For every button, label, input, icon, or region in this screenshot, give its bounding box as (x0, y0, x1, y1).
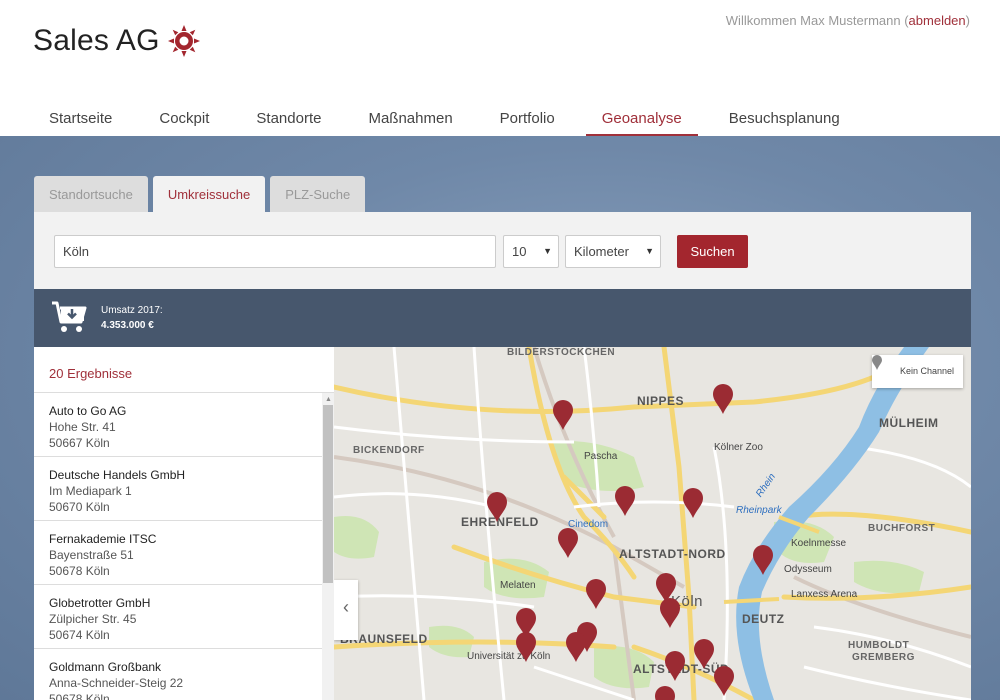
location-marker-icon[interactable] (713, 665, 735, 697)
scroll-up-arrow-icon[interactable]: ▲ (325, 396, 332, 403)
list-item[interactable]: Deutsche Handels GmbH Im Mediapark 1 506… (34, 457, 334, 521)
location-marker-icon[interactable] (552, 399, 574, 431)
location-marker-icon[interactable] (752, 544, 774, 576)
nav-geoanalyse[interactable]: Geoanalyse (585, 98, 698, 136)
map-pin-icon (872, 355, 882, 370)
map-label-odysseum: Odysseum (784, 564, 832, 575)
map-label-koelnmesse: Koelnmesse (791, 538, 847, 549)
map-label-bickendorf: BICKENDORF (353, 445, 425, 456)
brand[interactable]: Sales AG (33, 24, 201, 58)
map-label-gremberg: GREMBERG (852, 652, 915, 663)
search-panel: Köln 10 ▼ Kilometer ▼ Suchen Umsatz 2017… (34, 212, 971, 700)
search-row: Köln 10 ▼ Kilometer ▼ Suchen (54, 235, 748, 268)
list-item[interactable]: Auto to Go AG Hohe Str. 41 50667 Köln (34, 393, 334, 457)
result-name: Globetrotter GmbH (49, 596, 151, 610)
location-marker-icon[interactable] (712, 383, 734, 415)
result-city: 50670 Köln (49, 500, 110, 514)
scroll-thumb[interactable] (323, 405, 333, 583)
tab-plz-suche[interactable]: PLZ-Suche (270, 176, 366, 212)
location-marker-icon[interactable] (659, 597, 681, 629)
caret-down-icon: ▼ (543, 246, 552, 256)
list-item[interactable]: Goldmann Großbank Anna-Schneider-Steig 2… (34, 649, 334, 700)
nav-standorte[interactable]: Standorte (240, 98, 337, 136)
result-city: 50674 Köln (49, 628, 110, 642)
map-label-muelheim: MÜLHEIM (879, 416, 939, 430)
list-item[interactable]: Fernakademie ITSC Bayenstraße 51 50678 K… (34, 521, 334, 585)
brand-name: Sales AG (33, 24, 160, 57)
result-city: 50678 Köln (49, 564, 110, 578)
shopping-cart-icon (52, 301, 87, 332)
welcome-text: Willkommen Max Mustermann (abmelden) (726, 13, 970, 28)
list-item[interactable]: Globetrotter GmbH Zülpicher Str. 45 5067… (34, 585, 334, 649)
location-marker-icon[interactable] (664, 650, 686, 682)
result-city: 50667 Köln (49, 436, 110, 450)
result-street: Zülpicher Str. 45 (49, 612, 137, 626)
chevron-left-icon: ‹ (343, 597, 349, 617)
nav-cockpit[interactable]: Cockpit (143, 98, 225, 136)
tab-umkreissuche[interactable]: Umkreissuche (152, 176, 266, 212)
result-street: Im Mediapark 1 (49, 484, 132, 498)
nav-massnahmen[interactable]: Maßnahmen (352, 98, 468, 136)
result-street: Bayenstraße 51 (49, 548, 134, 562)
location-marker-icon[interactable] (682, 487, 704, 519)
map-label-humboldt: HUMBOLDT (848, 640, 910, 651)
nav-besuchsplanung[interactable]: Besuchsplanung (713, 98, 856, 136)
results-count: 20 Ergebnisse (34, 347, 334, 393)
channel-filter[interactable]: Kein Channel (872, 355, 963, 388)
map-label-melaten: Melaten (500, 580, 536, 591)
result-name: Fernakademie ITSC (49, 532, 157, 546)
welcome-suffix: ) (965, 13, 970, 28)
header: Sales AG Willkommen Max Mustermann (abme… (0, 0, 1000, 136)
map-label-universitaet: Universität zu Köln (467, 651, 551, 662)
result-name: Goldmann Großbank (49, 660, 162, 674)
map-label-buchforst: BUCHFORST (868, 523, 936, 534)
result-name: Auto to Go AG (49, 404, 127, 418)
radius-select[interactable]: 10 ▼ (503, 235, 559, 268)
location-marker-icon[interactable] (585, 578, 607, 610)
location-marker-icon[interactable] (693, 638, 715, 670)
caret-down-icon: ▼ (645, 246, 654, 256)
result-street: Anna-Schneider-Steig 22 (49, 676, 184, 690)
result-city: 50678 Köln (49, 692, 110, 700)
radius-value: 10 (512, 244, 527, 259)
city-input[interactable]: Köln (54, 235, 496, 268)
sun-logo-icon (167, 25, 200, 57)
location-marker-icon[interactable] (557, 527, 579, 559)
map-label-deutz: DEUTZ (742, 612, 785, 626)
revenue-label: Umsatz 2017: (101, 305, 163, 316)
channel-label: Kein Channel (900, 366, 955, 376)
map-label-altstadt-nord: ALTSTADT-NORD (619, 547, 726, 561)
nav-portfolio[interactable]: Portfolio (484, 98, 571, 136)
logout-link[interactable]: abmelden (909, 13, 966, 28)
map-label-nippes: NIPPES (637, 394, 685, 408)
nav-startseite[interactable]: Startseite (33, 98, 128, 136)
revenue-bar: Umsatz 2017: 4.353.000 € (34, 289, 971, 347)
collapse-list-button[interactable]: ‹ (334, 580, 358, 640)
revenue-value: 4.353.000 € (101, 320, 154, 331)
location-marker-icon[interactable] (515, 631, 537, 663)
map-label-bilderstoeckchen: BILDERSTÖCKCHEN (507, 347, 616, 358)
unit-value: Kilometer (574, 244, 629, 259)
map-label-pascha: Pascha (584, 451, 618, 462)
search-tabs: Standortsuche Umkreissuche PLZ-Suche (34, 176, 370, 212)
welcome-prefix: Willkommen Max Mustermann ( (725, 13, 909, 28)
result-street: Hohe Str. 41 (49, 420, 116, 434)
location-marker-icon[interactable] (654, 685, 676, 700)
map-label-rheinpark: Rheinpark (736, 505, 782, 516)
search-button[interactable]: Suchen (677, 235, 748, 268)
map-view[interactable]: BILDERSTÖCKCHEN NIPPES MÜLHEIM BICKENDOR… (334, 347, 971, 700)
main-nav: Startseite Cockpit Standorte Maßnahmen P… (33, 98, 871, 136)
tab-standortsuche[interactable]: Standortsuche (34, 176, 148, 212)
map-label-lanxess-arena: Lanxess Arena (791, 589, 858, 600)
results-list: 20 Ergebnisse Auto to Go AG Hohe Str. 41… (34, 347, 334, 700)
location-marker-icon[interactable] (565, 631, 587, 663)
map-label-koelner-zoo: Kölner Zoo (714, 442, 763, 453)
unit-select[interactable]: Kilometer ▼ (565, 235, 661, 268)
location-marker-icon[interactable] (486, 491, 508, 523)
results-scrollbar[interactable]: ▲ (322, 393, 334, 700)
result-name: Deutsche Handels GmbH (49, 468, 186, 482)
location-marker-icon[interactable] (614, 485, 636, 517)
